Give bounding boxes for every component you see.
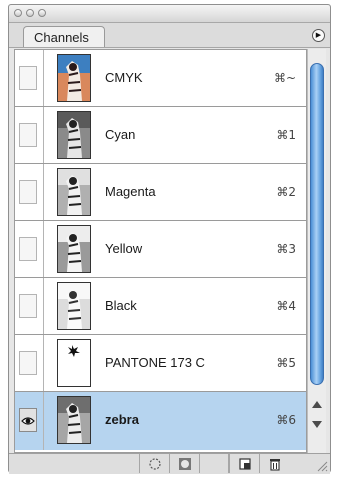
visibility-toggle[interactable] — [19, 408, 37, 432]
spacer — [199, 454, 229, 473]
channel-name: Cyan — [105, 127, 136, 142]
scroll-up-arrow-icon[interactable] — [312, 401, 322, 408]
minimize-button[interactable] — [26, 9, 34, 17]
close-button[interactable] — [14, 9, 22, 17]
channel-name: zebra — [105, 412, 139, 427]
load-channel-as-selection-button[interactable] — [139, 454, 169, 473]
channel-thumbnail — [57, 396, 91, 444]
new-channel-icon — [239, 458, 251, 470]
delete-channel-button[interactable] — [259, 454, 289, 473]
channel-shortcut: ⌘6 — [276, 413, 296, 427]
vertical-scrollbar[interactable] — [307, 49, 326, 453]
tab-channels[interactable]: Channels — [23, 26, 105, 47]
channel-shortcut: ⌘~ — [273, 71, 296, 85]
visibility-toggle[interactable] — [19, 351, 37, 375]
visibility-toggle[interactable] — [19, 123, 37, 147]
channel-row-cmyk[interactable]: CMYK ⌘~ — [15, 50, 306, 107]
load-selection-icon — [149, 458, 161, 470]
channels-panel: Channels ▶ CMYK ⌘~ Cyan ⌘1 Magenta ⌘2 Ye… — [8, 4, 331, 474]
channel-thumbnail — [57, 225, 91, 273]
channel-name: CMYK — [105, 70, 143, 85]
channel-thumbnail — [57, 168, 91, 216]
channel-row-yellow[interactable]: Yellow ⌘3 — [15, 221, 306, 278]
channel-row-pantone-173-c[interactable]: PANTONE 173 C ⌘5 — [15, 335, 306, 392]
channel-list: CMYK ⌘~ Cyan ⌘1 Magenta ⌘2 Yellow ⌘3 Bla… — [14, 49, 307, 453]
visibility-toggle[interactable] — [19, 66, 37, 90]
channel-name: PANTONE 173 C — [105, 355, 205, 370]
channel-name: Yellow — [105, 241, 143, 256]
resize-grip-icon[interactable] — [316, 460, 328, 472]
save-selection-icon — [179, 458, 191, 470]
scroll-thumb[interactable] — [310, 63, 324, 385]
channel-row-black[interactable]: Black ⌘4 — [15, 278, 306, 335]
save-selection-as-channel-button[interactable] — [169, 454, 199, 473]
visibility-toggle[interactable] — [19, 237, 37, 261]
channel-shortcut: ⌘4 — [276, 299, 296, 313]
channel-name: Magenta — [105, 184, 156, 199]
divider — [43, 278, 44, 334]
divider — [43, 164, 44, 220]
trash-icon — [270, 459, 280, 471]
divider — [43, 392, 44, 450]
channel-thumbnail — [57, 111, 91, 159]
channel-thumbnail — [57, 282, 91, 330]
divider — [43, 50, 44, 106]
zoom-button[interactable] — [38, 9, 46, 17]
channel-row-magenta[interactable]: Magenta ⌘2 — [15, 164, 306, 221]
channel-shortcut: ⌘2 — [276, 185, 296, 199]
scroll-down-arrow-icon[interactable] — [312, 421, 322, 428]
title-bar[interactable] — [9, 5, 330, 23]
triangle-right-icon: ▶ — [315, 32, 322, 39]
channel-thumbnail — [57, 339, 91, 387]
channel-shortcut: ⌘1 — [276, 128, 296, 142]
channel-row-zebra[interactable]: zebra ⌘6 — [15, 392, 306, 450]
panel-bottom-bar — [9, 453, 330, 474]
eye-icon — [21, 417, 35, 425]
visibility-toggle[interactable] — [19, 294, 37, 318]
channel-row-cyan[interactable]: Cyan ⌘1 — [15, 107, 306, 164]
divider — [43, 221, 44, 277]
channel-shortcut: ⌘3 — [276, 242, 296, 256]
divider — [43, 107, 44, 163]
new-channel-button[interactable] — [229, 454, 259, 473]
divider — [43, 335, 44, 391]
visibility-toggle[interactable] — [19, 180, 37, 204]
panel-menu-button[interactable]: ▶ — [312, 29, 325, 42]
channel-shortcut: ⌘5 — [276, 356, 296, 370]
channel-name: Black — [105, 298, 137, 313]
channel-thumbnail — [57, 54, 91, 102]
tab-strip: Channels ▶ — [9, 23, 330, 48]
